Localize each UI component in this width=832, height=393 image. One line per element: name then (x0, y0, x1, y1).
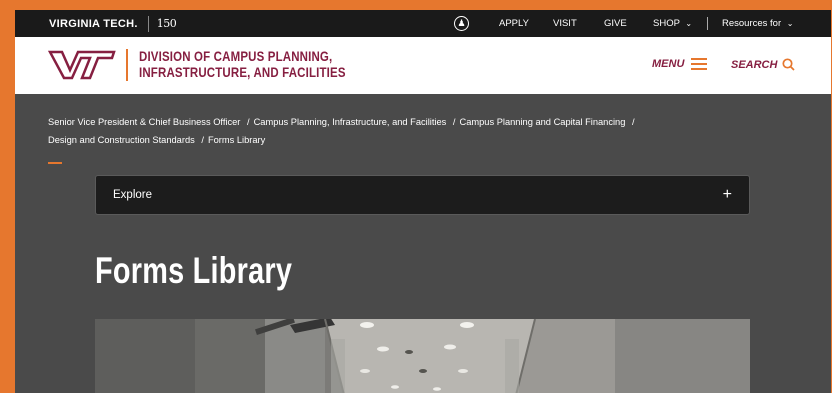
breadcrumb-link-capital-financing[interactable]: Campus Planning and Capital Financing (460, 117, 626, 127)
virginia-tech-wordmark[interactable]: VIRGINIA TECH. (49, 18, 138, 30)
breadcrumb-separator: / (244, 117, 250, 127)
division-title[interactable]: DIVISION OF CAMPUS PLANNING, INFRASTRUCT… (139, 48, 346, 80)
menu-label: MENU (652, 58, 685, 70)
explore-label: Explore (113, 189, 152, 201)
chevron-down-icon: ⌄ (786, 19, 794, 28)
breadcrumb: Senior Vice President & Chief Business O… (48, 113, 708, 149)
site-header: DIVISION OF CAMPUS PLANNING, INFRASTRUCT… (15, 37, 831, 94)
search-button[interactable]: SEARCH (731, 58, 796, 71)
breadcrumb-separator: / (629, 117, 635, 127)
breadcrumb-separator: / (198, 135, 204, 145)
plus-icon: + (722, 186, 732, 203)
breadcrumb-separator: / (450, 117, 456, 127)
apply-link[interactable]: APPLY (499, 18, 529, 29)
topbar-divider (707, 17, 708, 30)
hero-image (95, 319, 750, 393)
breadcrumb-link-design-standards[interactable]: Design and Construction Standards (48, 135, 195, 145)
visit-link[interactable]: VISIT (553, 18, 577, 29)
search-label: SEARCH (731, 58, 778, 71)
hamburger-icon (691, 58, 708, 70)
resources-menu[interactable]: Resources for ⌄ (722, 18, 793, 29)
utility-bar: VIRGINIA TECH. 150 ♟ APPLY VISIT GIVE SH… (15, 10, 831, 37)
brand-divider (147, 15, 149, 32)
resources-label: Resources for (722, 18, 782, 29)
menu-button[interactable]: MENU (652, 58, 708, 70)
breadcrumb-current: Forms Library (207, 135, 266, 145)
anniversary-logo[interactable]: 150 (157, 17, 177, 30)
vt-logo[interactable] (48, 50, 116, 80)
explore-accordion[interactable]: Explore + (95, 175, 750, 215)
division-title-line1: DIVISION OF CAMPUS PLANNING, (139, 48, 333, 64)
accessibility-icon[interactable]: ♟ (454, 16, 469, 31)
browser-viewport: VIRGINIA TECH. 150 ♟ APPLY VISIT GIVE SH… (15, 10, 831, 393)
corridor-photo (95, 319, 750, 393)
page-title: Forms Library (95, 250, 293, 291)
shop-menu[interactable]: SHOP ⌄ (653, 18, 692, 29)
division-title-line2: INFRASTRUCTURE, AND FACILITIES (139, 64, 346, 80)
chevron-down-icon: ⌄ (685, 19, 693, 28)
give-link[interactable]: GIVE (604, 18, 627, 29)
breadcrumb-link-campus-planning[interactable]: Campus Planning, Infrastructure, and Fac… (254, 117, 447, 127)
header-divider (126, 49, 128, 81)
search-icon (782, 58, 796, 71)
accent-dash (48, 162, 62, 164)
breadcrumb-link-svp[interactable]: Senior Vice President & Chief Business O… (48, 117, 240, 127)
shop-label: SHOP (653, 18, 680, 29)
